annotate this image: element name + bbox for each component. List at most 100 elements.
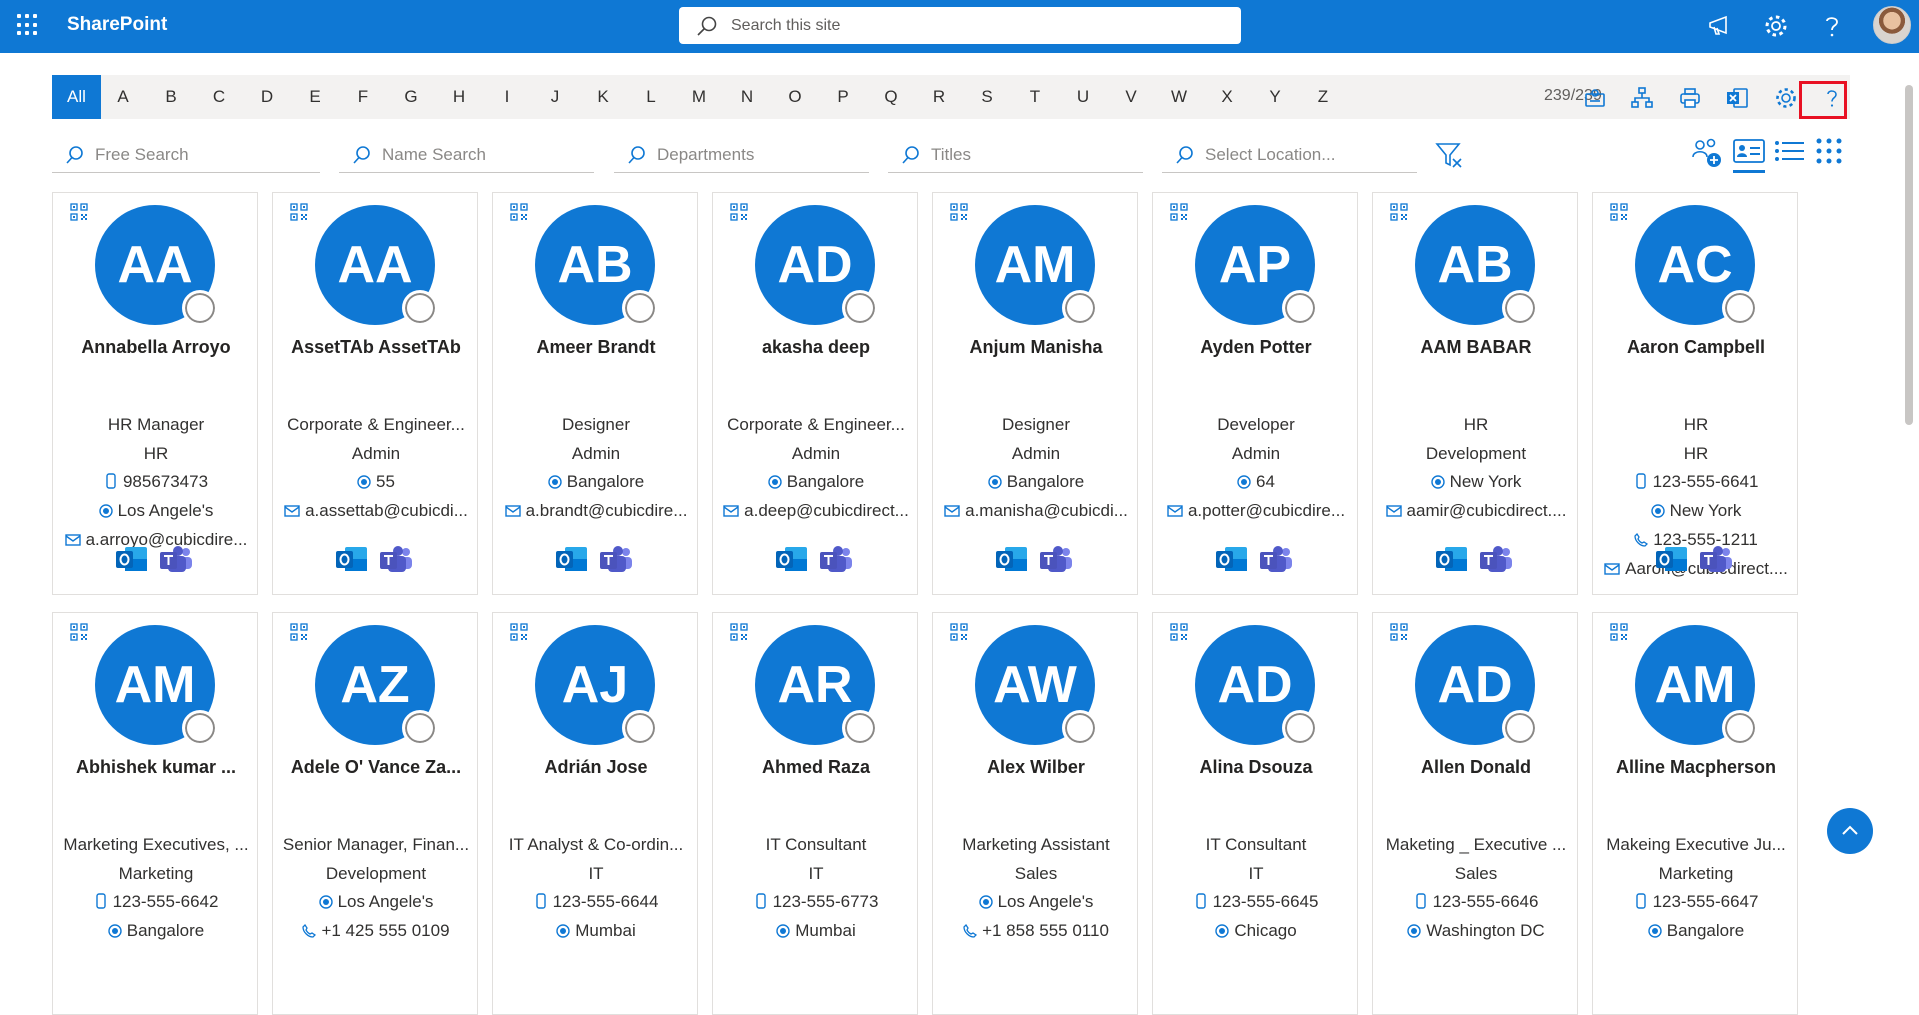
letter-filter-r[interactable]: R [917,75,961,119]
person-card[interactable]: AD Allen Donald Maketing _ Executive ... Sa… [1372,612,1578,1015]
letter-filter-c[interactable]: C [197,75,241,119]
contact-card-icon[interactable] [1582,85,1608,111]
letter-filter-b[interactable]: B [149,75,193,119]
person-card[interactable]: AC Aaron Campbell HR HR 123-555-6641 New York… [1592,192,1798,595]
feedback-megaphone-icon[interactable] [1706,12,1734,40]
letter-filter-j[interactable]: J [533,75,577,119]
letter-filter-s[interactable]: S [965,75,1009,119]
teams-icon[interactable] [599,545,633,575]
outlook-icon[interactable] [555,545,589,575]
teams-icon[interactable] [379,545,413,575]
help-question-icon[interactable] [1818,12,1846,40]
outlook-icon[interactable] [995,545,1029,575]
qr-code-icon[interactable] [290,623,308,641]
person-detail-text[interactable]: a.assettab@cubicdi... [305,501,468,520]
user-avatar[interactable] [1873,6,1911,44]
letter-filter-h[interactable]: H [437,75,481,119]
person-detail-text[interactable]: +1 858 555 0110 [982,921,1109,940]
person-detail-text[interactable]: aamir@cubicdirect.... [1407,501,1567,520]
person-detail-text[interactable]: a.brandt@cubicdire... [526,501,688,520]
qr-code-icon[interactable] [1170,623,1188,641]
letter-filter-p[interactable]: P [821,75,865,119]
person-name[interactable]: akasha deep [721,337,911,358]
qr-code-icon[interactable] [510,203,528,221]
org-chart-icon[interactable] [1629,85,1655,111]
qr-code-icon[interactable] [1610,623,1628,641]
qr-code-icon[interactable] [70,203,88,221]
person-name[interactable]: AAM BABAR [1381,337,1571,358]
letter-filter-v[interactable]: V [1109,75,1153,119]
outlook-icon[interactable] [1435,545,1469,575]
letter-filter-g[interactable]: G [389,75,433,119]
person-card[interactable]: AA AssetTAb AssetTAb Corporate & Engineer.… [272,192,478,595]
letter-filter-m[interactable]: M [677,75,721,119]
outlook-icon[interactable] [335,545,369,575]
excel-export-icon[interactable] [1724,85,1750,111]
name-search-input[interactable]: Name Search [339,137,594,173]
qr-code-icon[interactable] [730,623,748,641]
outlook-icon[interactable] [775,545,809,575]
person-name[interactable]: Aaron Campbell [1601,337,1791,358]
app-launcher-icon[interactable] [17,14,39,36]
letter-filter-z[interactable]: Z [1301,75,1345,119]
qr-code-icon[interactable] [730,203,748,221]
titles-input[interactable]: Titles [888,137,1143,173]
teams-icon[interactable] [1479,545,1513,575]
person-name[interactable]: Adrián Jose [501,757,691,778]
letter-filter-x[interactable]: X [1205,75,1249,119]
qr-code-icon[interactable] [1390,203,1408,221]
person-card[interactable]: AM Alline Macpherson Makeing Executive Ju.… [1592,612,1798,1015]
clear-filter-icon[interactable] [1434,140,1464,170]
free-search-input[interactable]: Free Search [52,137,320,173]
letter-filter-a[interactable]: A [101,75,145,119]
teams-icon[interactable] [1259,545,1293,575]
person-card[interactable]: AB AAM BABAR HR Development New York aamir@cu… [1372,192,1578,595]
person-card[interactable]: AW Alex Wilber Marketing Assistant Sales Los… [932,612,1138,1015]
grid-view-icon[interactable] [1814,136,1844,166]
letter-filter-y[interactable]: Y [1253,75,1297,119]
qr-code-icon[interactable] [510,623,528,641]
letter-filter-u[interactable]: U [1061,75,1105,119]
qr-code-icon[interactable] [290,203,308,221]
outlook-icon[interactable] [1215,545,1249,575]
outlook-icon[interactable] [1655,545,1689,575]
qr-code-icon[interactable] [1610,203,1628,221]
settings-gear-icon[interactable] [1762,12,1790,40]
person-card[interactable]: AP Ayden Potter Developer Admin 64 a.potter@c… [1152,192,1358,595]
person-card[interactable]: AZ Adele O' Vance Za... Senior Manager, Fi… [272,612,478,1015]
person-detail-text[interactable]: +1 425 555 0109 [321,921,449,940]
person-name[interactable]: AssetTAb AssetTAb [281,337,471,358]
add-people-icon[interactable] [1690,136,1724,170]
teams-icon[interactable] [819,545,853,575]
letter-filter-q[interactable]: Q [869,75,913,119]
person-detail-text[interactable]: a.manisha@cubicdi... [965,501,1128,520]
person-card[interactable]: AD Alina Dsouza IT Consultant IT 123-555-664… [1152,612,1358,1015]
app-name[interactable]: SharePoint [67,14,167,36]
person-name[interactable]: Anjum Manisha [941,337,1131,358]
letter-filter-o[interactable]: O [773,75,817,119]
person-card[interactable]: AD akasha deep Corporate & Engineer... Admi… [712,192,918,595]
qr-code-icon[interactable] [1390,623,1408,641]
letter-filter-e[interactable]: E [293,75,337,119]
person-name[interactable]: Abhishek kumar ... [61,757,251,778]
person-name[interactable]: Annabella Arroyo [61,337,251,358]
letter-filter-l[interactable]: L [629,75,673,119]
person-card[interactable]: AJ Adrián Jose IT Analyst & Co-ordin... IT 1… [492,612,698,1015]
location-select[interactable]: Select Location... [1162,137,1417,173]
person-card[interactable]: AB Ameer Brandt Designer Admin Bangalore a.br… [492,192,698,595]
qr-code-icon[interactable] [1170,203,1188,221]
letter-filter-n[interactable]: N [725,75,769,119]
person-card[interactable]: AM Abhishek kumar ... Marketing Executives… [52,612,258,1015]
scroll-to-top-button[interactable] [1827,808,1873,854]
teams-icon[interactable] [1699,545,1733,575]
letter-filter-t[interactable]: T [1013,75,1057,119]
qr-code-icon[interactable] [950,203,968,221]
print-icon[interactable] [1677,85,1703,111]
person-detail-text[interactable]: a.potter@cubicdire... [1188,501,1345,520]
list-view-icon[interactable] [1774,136,1806,166]
settings-icon[interactable] [1773,85,1799,111]
site-search-box[interactable]: Search this site [679,7,1241,44]
letter-filter-all[interactable]: All [52,75,101,119]
teams-icon[interactable] [1039,545,1073,575]
qr-code-icon[interactable] [950,623,968,641]
